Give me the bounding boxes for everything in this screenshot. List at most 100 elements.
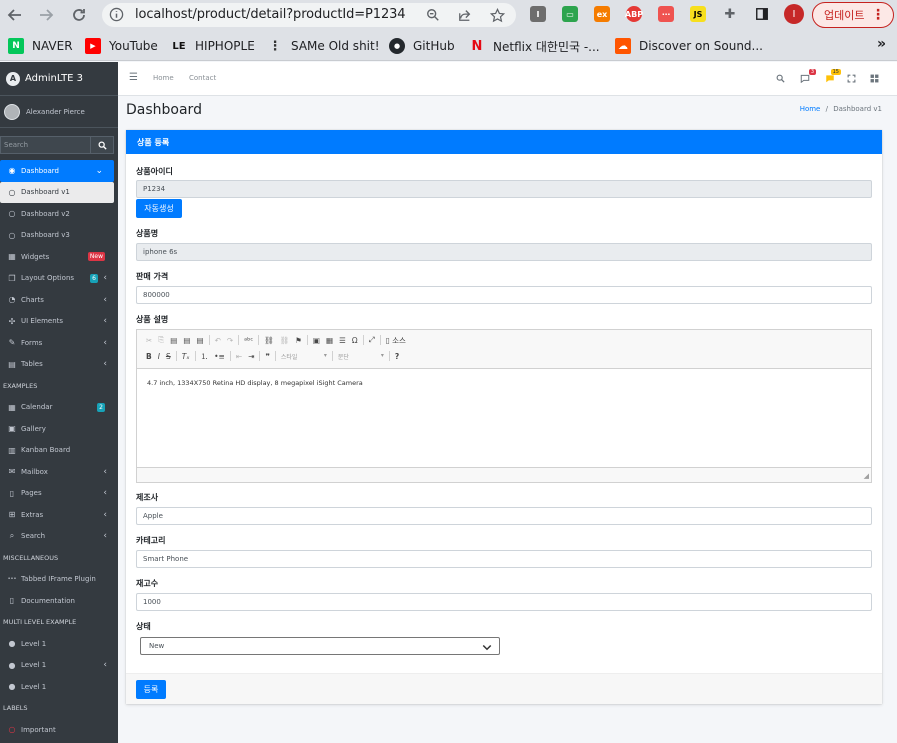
- sidebar-item-tables[interactable]: ▤ Tables ‹: [0, 354, 118, 376]
- extension-chat-icon[interactable]: ⋯: [658, 6, 674, 22]
- autogen-button[interactable]: 자동생성: [136, 199, 182, 218]
- sidebar-item-widgets[interactable]: ▦ Widgets New: [0, 246, 118, 268]
- spellcheck-icon[interactable]: ᵃᵇᶜ: [241, 336, 256, 345]
- sidebar-item-dashboard-v3[interactable]: ○ Dashboard v3: [0, 225, 118, 247]
- paste-icon[interactable]: ▤: [167, 336, 180, 345]
- product-name-input[interactable]: iphone 6s: [136, 243, 872, 261]
- sidebar-item-forms[interactable]: ✎ Forms ‹: [0, 332, 118, 354]
- extension-green-icon[interactable]: ▭: [562, 6, 578, 22]
- anchor-flag-icon[interactable]: ⚑: [292, 336, 305, 345]
- nav-contact-link[interactable]: Contact: [189, 74, 216, 82]
- sidebar-item-level-1[interactable]: ● Level 1: [0, 676, 118, 698]
- sidebar-item-pages[interactable]: ▯ Pages ‹: [0, 483, 118, 505]
- zoom-icon[interactable]: [425, 7, 441, 23]
- redo-icon[interactable]: ↷: [224, 336, 236, 345]
- sidebar-item-kanban-board[interactable]: ▥ Kanban Board: [0, 440, 118, 462]
- sidebar-item-mailbox[interactable]: ✉ Mailbox ‹: [0, 461, 118, 483]
- link-icon[interactable]: ⛓: [261, 336, 277, 345]
- bookmark-naver[interactable]: N NAVER: [8, 38, 73, 54]
- sidebar-item-dashboard-v2[interactable]: ○ Dashboard v2: [0, 203, 118, 225]
- remove-format-icon[interactable]: Tₓ: [179, 352, 193, 361]
- style-dropdown[interactable]: 스타일 ▾: [278, 352, 330, 361]
- sidebar-item-calendar[interactable]: ▦ Calendar 2: [0, 397, 118, 419]
- sidepanel-icon[interactable]: [754, 6, 770, 22]
- category-input[interactable]: Smart Phone: [136, 550, 872, 568]
- editor-content-area[interactable]: 4.7 inch, 1334X750 Retina HD display, 8 …: [137, 368, 871, 468]
- format-dropdown[interactable]: 문단 ▾: [335, 352, 387, 361]
- image-icon[interactable]: ▣: [310, 336, 323, 345]
- unlink-icon[interactable]: ⛓: [277, 336, 293, 345]
- extension-ex-icon[interactable]: ex: [594, 6, 610, 22]
- nav-home-link[interactable]: Home: [153, 74, 174, 82]
- maker-input[interactable]: Apple: [136, 507, 872, 525]
- sidebar-item-extras[interactable]: ⊞ Extras ‹: [0, 504, 118, 526]
- notifications-icon[interactable]: 15: [824, 69, 841, 84]
- navbar-search-icon[interactable]: [774, 72, 786, 84]
- sidebar-item-charts[interactable]: ◔ Charts ‹: [0, 289, 118, 311]
- sidebar-item-ui-elements[interactable]: ✣ UI Elements ‹: [0, 311, 118, 333]
- maximize-icon[interactable]: ⤢: [366, 335, 378, 345]
- cut-icon[interactable]: ✂: [143, 336, 155, 345]
- table-icon[interactable]: ▦: [323, 336, 336, 345]
- brand-link[interactable]: A AdminLTE 3: [0, 62, 118, 96]
- info-icon[interactable]: [109, 7, 124, 22]
- breadcrumb-home[interactable]: Home: [800, 105, 821, 113]
- sidebar-item-level-1[interactable]: ● Level 1 ‹: [0, 655, 118, 677]
- resize-grip-icon[interactable]: ◢: [864, 472, 869, 480]
- price-input[interactable]: 800000: [136, 286, 872, 304]
- strike-icon[interactable]: S: [163, 352, 174, 361]
- address-bar[interactable]: localhost/product/detail?productId=P1234: [102, 3, 516, 27]
- sidebar-search-button[interactable]: [91, 136, 114, 154]
- puzzle-icon[interactable]: ✚: [722, 6, 738, 22]
- sidebar-item-important[interactable]: ○ Important: [0, 719, 118, 741]
- sidebar-item-gallery[interactable]: ▣ Gallery: [0, 418, 118, 440]
- bookmark-soundcloud[interactable]: ☁ Discover on Sound...: [615, 38, 763, 54]
- hamburger-menu-icon[interactable]: ☰: [129, 72, 138, 83]
- sidebar-item-documentation[interactable]: ▯ Documentation: [0, 590, 118, 612]
- blockquote-icon[interactable]: ❞: [262, 352, 272, 361]
- fullscreen-icon[interactable]: [845, 72, 857, 84]
- user-panel[interactable]: Alexander Pierce: [0, 96, 118, 128]
- bookmarks-more-button[interactable]: »: [877, 36, 886, 52]
- sidebar-item-layout-options[interactable]: ❐ Layout Options 6 ‹: [0, 268, 118, 290]
- profile-avatar[interactable]: I: [784, 4, 804, 24]
- bookmark-hiphople[interactable]: LE HIPHOPLE: [171, 38, 254, 54]
- sidebar-search-input[interactable]: Search: [0, 136, 91, 154]
- extension-gray-icon[interactable]: I: [530, 6, 546, 22]
- help-icon[interactable]: ?: [392, 352, 402, 361]
- bookmark-netflix[interactable]: N Netflix 대한민국 -...: [469, 38, 600, 55]
- back-button[interactable]: [4, 4, 26, 26]
- control-sidebar-icon[interactable]: [868, 72, 880, 84]
- reload-button[interactable]: [68, 4, 90, 26]
- sidebar-item-level-1[interactable]: ● Level 1: [0, 633, 118, 655]
- special-char-icon[interactable]: Ω: [349, 336, 361, 345]
- horizontal-rule-icon[interactable]: ☰: [336, 336, 349, 345]
- submit-button[interactable]: 등록: [136, 680, 166, 699]
- sidebar-item-search[interactable]: ⌕ Search ‹: [0, 526, 118, 548]
- forward-button[interactable]: [35, 4, 57, 26]
- indent-icon[interactable]: ⇥: [245, 352, 257, 361]
- paste-text-icon[interactable]: ▤: [180, 336, 193, 345]
- bookmark-github[interactable]: ● GitHub: [389, 38, 455, 54]
- source-button[interactable]: ▯ 소스: [383, 335, 409, 346]
- bulleted-list-icon[interactable]: •≡: [211, 352, 228, 361]
- sidebar-item-dashboard[interactable]: ◉ Dashboard ⌄: [0, 160, 114, 182]
- paste-word-icon[interactable]: ▤: [193, 336, 206, 345]
- bold-icon[interactable]: B: [143, 352, 155, 361]
- undo-icon[interactable]: ↶: [212, 336, 224, 345]
- bookmark-same-old[interactable]: ⋮ SAMe Old shit!: [267, 38, 380, 54]
- update-button[interactable]: 업데이트 ⋮: [812, 2, 894, 28]
- adblock-icon[interactable]: ABP: [625, 6, 643, 22]
- messages-icon[interactable]: 3: [799, 69, 816, 84]
- copy-icon[interactable]: ⎘: [155, 335, 167, 345]
- sidebar-item-dashboard-v1[interactable]: ○ Dashboard v1: [0, 181, 114, 203]
- sidebar-item-tabbed-iframe-plugin[interactable]: ••• Tabbed IFrame Plugin: [0, 569, 118, 591]
- url-text[interactable]: localhost/product/detail?productId=P1234: [135, 7, 406, 22]
- share-icon[interactable]: [457, 7, 473, 23]
- bookmark-star-icon[interactable]: [489, 7, 505, 23]
- product-id-input[interactable]: P1234: [136, 180, 872, 198]
- outdent-icon[interactable]: ⇤: [233, 352, 245, 361]
- status-select[interactable]: New: [140, 637, 500, 655]
- numbered-list-icon[interactable]: ⒈: [198, 351, 212, 362]
- italic-icon[interactable]: I: [155, 352, 163, 361]
